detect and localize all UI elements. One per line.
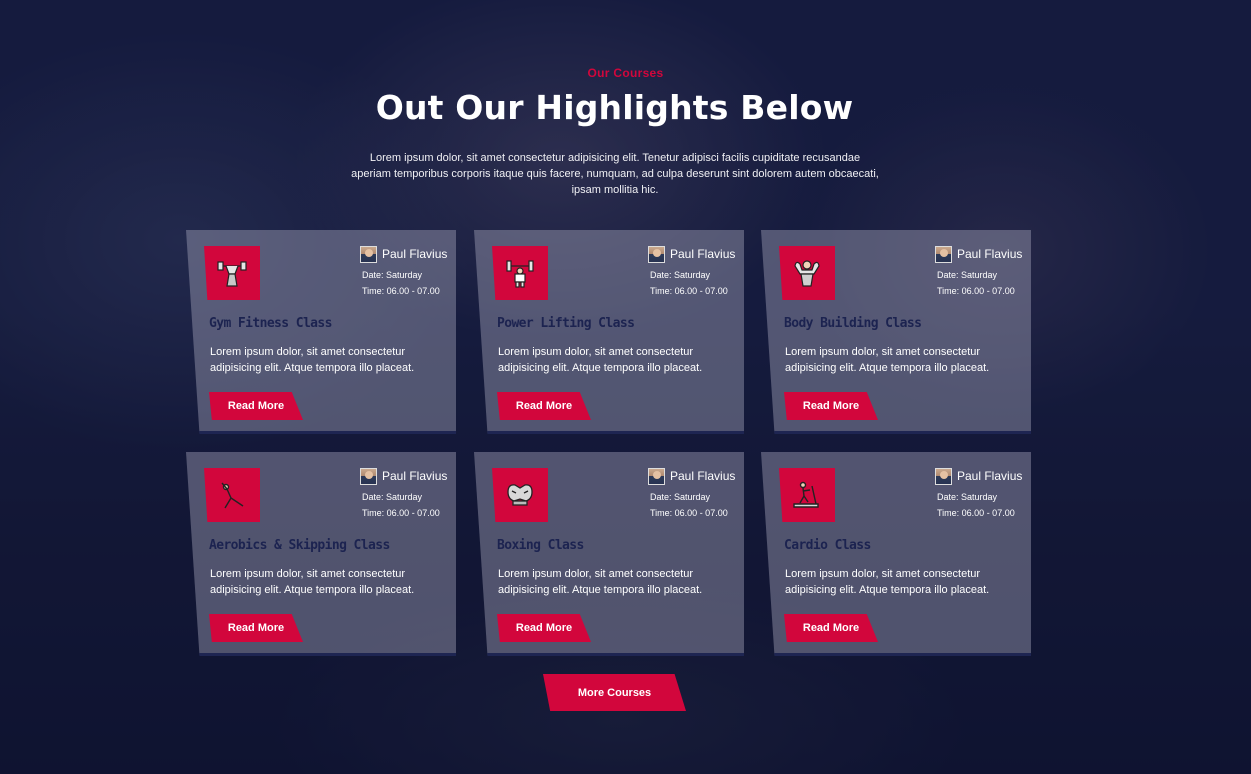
class-time: Time: 06.00 - 07.00 — [937, 508, 1015, 518]
class-time: Time: 06.00 - 07.00 — [362, 508, 440, 518]
course-card: Paul Flavius Date: Saturday Time: 06.00 … — [761, 452, 1031, 656]
trainer-avatar — [360, 468, 377, 485]
class-date: Date: Saturday — [362, 492, 423, 502]
course-title: Aerobics & Skipping Class — [209, 538, 390, 553]
course-text: Lorem ipsum dolor, sit amet consectetur … — [785, 346, 990, 374]
trainer-name: Paul Flavius — [670, 247, 736, 261]
class-time: Time: 06.00 - 07.00 — [650, 286, 728, 296]
trainer-info: Paul Flavius Date: Saturday Time: 06.00 … — [935, 467, 1031, 527]
trainer-name: Paul Flavius — [382, 469, 448, 483]
trainer-name: Paul Flavius — [382, 247, 448, 261]
trainer-info: Paul Flavius Date: Saturday Time: 06.00 … — [935, 245, 1031, 305]
bodybuilder-icon — [779, 246, 835, 300]
course-text: Lorem ipsum dolor, sit amet consectetur … — [210, 568, 415, 596]
class-date: Date: Saturday — [650, 270, 711, 280]
trainer-avatar — [648, 468, 665, 485]
trainer-info: Paul Flavius Date: Saturday Time: 06.00 … — [648, 467, 744, 527]
course-card: Paul Flavius Date: Saturday Time: 06.00 … — [186, 230, 456, 434]
class-time: Time: 06.00 - 07.00 — [937, 286, 1015, 296]
course-text: Lorem ipsum dolor, sit amet consectetur … — [498, 568, 703, 596]
class-date: Date: Saturday — [362, 270, 423, 280]
trainer-info: Paul Flavius Date: Saturday Time: 06.00 … — [648, 245, 744, 305]
weightlifter-icon — [204, 246, 260, 300]
section-eyebrow: Our Courses — [587, 66, 664, 80]
course-title: Body Building Class — [784, 316, 922, 331]
course-title: Gym Fitness Class — [209, 316, 332, 331]
course-title: Boxing Class — [497, 538, 584, 553]
class-date: Date: Saturday — [937, 270, 998, 280]
course-card: Paul Flavius Date: Saturday Time: 06.00 … — [474, 452, 744, 656]
trainer-name: Paul Flavius — [670, 469, 736, 483]
course-card: Paul Flavius Date: Saturday Time: 06.00 … — [761, 230, 1031, 434]
course-title: Power Lifting Class — [497, 316, 635, 331]
class-time: Time: 06.00 - 07.00 — [362, 286, 440, 296]
section-description: Lorem ipsum dolor, sit amet consectetur … — [351, 152, 879, 196]
course-text: Lorem ipsum dolor, sit amet consectetur … — [210, 346, 415, 374]
barbell-lifter-icon — [492, 246, 548, 300]
trainer-name: Paul Flavius — [957, 469, 1023, 483]
section-title: Out Our Highlights Below — [375, 88, 854, 127]
trainer-avatar — [935, 468, 952, 485]
course-text: Lorem ipsum dolor, sit amet consectetur … — [498, 346, 703, 374]
trainer-avatar — [360, 246, 377, 263]
trainer-avatar — [935, 246, 952, 263]
course-title: Cardio Class — [784, 538, 871, 553]
class-time: Time: 06.00 - 07.00 — [650, 508, 728, 518]
treadmill-icon — [779, 468, 835, 522]
trainer-name: Paul Flavius — [957, 247, 1023, 261]
trainer-avatar — [648, 246, 665, 263]
read-more-button[interactable]: Read More — [497, 392, 591, 420]
trainer-info: Paul Flavius Date: Saturday Time: 06.00 … — [360, 467, 456, 527]
read-more-button[interactable]: Read More — [209, 614, 303, 642]
course-card: Paul Flavius Date: Saturday Time: 06.00 … — [186, 452, 456, 656]
trainer-info: Paul Flavius Date: Saturday Time: 06.00 … — [360, 245, 456, 305]
read-more-button[interactable]: Read More — [209, 392, 303, 420]
courses-section: Our Courses Out Our Highlights Below Lor… — [0, 0, 1251, 774]
more-courses-button[interactable]: More Courses — [543, 674, 686, 711]
read-more-button[interactable]: Read More — [784, 392, 878, 420]
course-text: Lorem ipsum dolor, sit amet consectetur … — [785, 568, 990, 596]
class-date: Date: Saturday — [937, 492, 998, 502]
read-more-button[interactable]: Read More — [784, 614, 878, 642]
boxing-gloves-icon — [492, 468, 548, 522]
yoga-pose-icon — [204, 468, 260, 522]
read-more-button[interactable]: Read More — [497, 614, 591, 642]
course-card: Paul Flavius Date: Saturday Time: 06.00 … — [474, 230, 744, 434]
class-date: Date: Saturday — [650, 492, 711, 502]
